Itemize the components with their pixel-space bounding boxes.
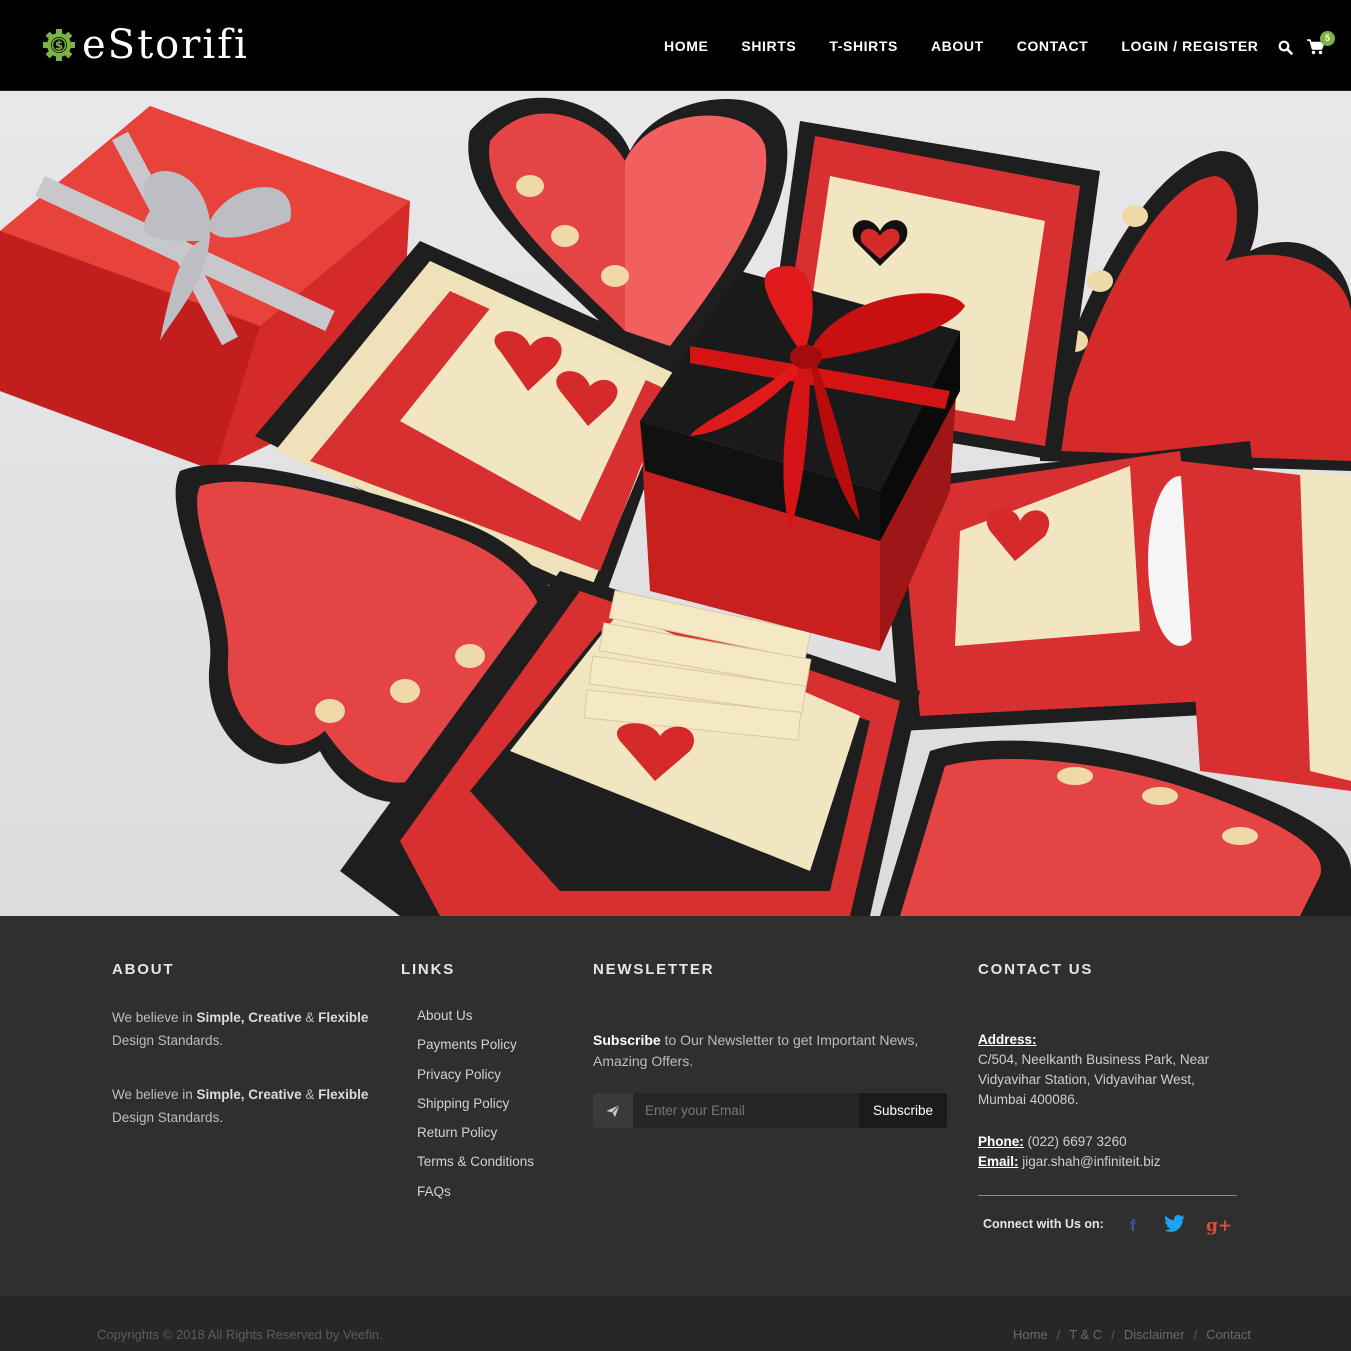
search-icon[interactable]	[1278, 40, 1293, 55]
newsletter-form: Subscribe	[593, 1093, 947, 1128]
nav-login-register[interactable]: LOGIN / REGISTER	[1121, 37, 1258, 55]
twitter-icon[interactable]	[1164, 1215, 1185, 1237]
about-text-pre: We believe in	[112, 1010, 197, 1025]
about-text-bold: Simple, Creative	[196, 1087, 302, 1102]
bottom-link-contact[interactable]: Contact	[1206, 1327, 1251, 1342]
footer-newsletter-title: NEWSLETTER	[593, 961, 715, 978]
bottom-separator: /	[1111, 1327, 1115, 1342]
phone-value[interactable]: (022) 6697 3260	[1024, 1134, 1127, 1149]
address-value: C/504, Neelkanth Business Park, Near Vid…	[978, 1052, 1210, 1107]
about-text-amp: &	[301, 1087, 319, 1102]
footer-link-payments-policy[interactable]: Payments Policy	[417, 1035, 534, 1064]
footer-contact-title: CONTACT US	[978, 961, 1094, 978]
nav-about[interactable]: ABOUT	[931, 37, 984, 55]
footer-link-shipping-policy[interactable]: Shipping Policy	[417, 1094, 534, 1123]
send-icon-box	[593, 1093, 633, 1128]
footer-links-title: LINKS	[401, 961, 455, 978]
site-header: $ eStorifi HOME SHIRTS T-SHIRTS ABOUT CO…	[0, 0, 1351, 91]
about-text-amp: &	[301, 1010, 319, 1025]
about-text-pre: We believe in	[112, 1087, 197, 1102]
about-text-post: Design Standards.	[112, 1110, 224, 1125]
bottom-link-home[interactable]: Home	[1013, 1327, 1048, 1342]
footer-about-text-2: We believe in Simple, Creative & Flexibl…	[112, 1083, 382, 1129]
nav-shirts[interactable]: SHIRTS	[741, 37, 796, 55]
bottom-separator: /	[1056, 1327, 1061, 1342]
newsletter-email-input[interactable]	[633, 1093, 859, 1128]
bottom-link-disclaimer[interactable]: Disclaimer	[1124, 1327, 1185, 1342]
phone-label: Phone:	[978, 1134, 1024, 1149]
bottom-separator: /	[1193, 1327, 1198, 1342]
email-label: Email:	[978, 1154, 1019, 1169]
bottom-bar: Copyrights © 2018 All Rights Reserved by…	[0, 1296, 1351, 1351]
contact-phone: Phone: (022) 6697 3260	[978, 1132, 1238, 1152]
facebook-icon[interactable]: f	[1130, 1216, 1136, 1236]
brand-name: eStorifi	[82, 22, 249, 68]
newsletter-description: Subscribe to Our Newsletter to get Impor…	[593, 1030, 943, 1072]
contact-address: Address: C/504, Neelkanth Business Park,…	[978, 1030, 1238, 1110]
footer-link-terms-conditions[interactable]: Terms & Conditions	[417, 1152, 534, 1181]
about-text-bold2: Flexible	[318, 1087, 369, 1102]
footer-link-return-policy[interactable]: Return Policy	[417, 1123, 534, 1152]
nav-home[interactable]: HOME	[664, 37, 708, 55]
bottom-nav: Home / T & C / Disclaimer / Contact	[1013, 1327, 1251, 1342]
footer-about-title: ABOUT	[112, 961, 175, 978]
brand-logo[interactable]: $ eStorifi	[42, 22, 249, 68]
connect-label: Connect with Us on:	[983, 1217, 1104, 1231]
bottom-link-tc[interactable]: T & C	[1069, 1327, 1102, 1342]
hero-banner	[0, 91, 1351, 916]
footer-about-text-1: We believe in Simple, Creative & Flexibl…	[112, 1006, 382, 1052]
address-label: Address:	[978, 1032, 1037, 1047]
contact-details: Address: C/504, Neelkanth Business Park,…	[978, 1030, 1238, 1172]
site-footer: ABOUT We believe in Simple, Creative & F…	[0, 916, 1351, 1296]
google-plus-icon[interactable]: g+	[1206, 1216, 1232, 1236]
newsletter-subscribe-bold: Subscribe	[593, 1032, 661, 1048]
paper-plane-icon	[606, 1104, 620, 1117]
footer-link-about-us[interactable]: About Us	[417, 1006, 534, 1035]
contact-divider	[978, 1195, 1237, 1196]
footer-link-privacy-policy[interactable]: Privacy Policy	[417, 1065, 534, 1094]
hero-gift-box-image	[0, 97, 1351, 916]
about-text-bold: Simple, Creative	[196, 1010, 302, 1025]
contact-email: Email: jigar.shah@infiniteit.biz	[978, 1152, 1238, 1172]
about-text-post: Design Standards.	[112, 1033, 224, 1048]
copyright-text: Copyrights © 2018 All Rights Reserved by…	[97, 1327, 383, 1342]
footer-links-list: About Us Payments Policy Privacy Policy …	[417, 1006, 534, 1211]
email-value[interactable]: jigar.shah@infiniteit.biz	[1019, 1154, 1160, 1169]
footer-link-faqs[interactable]: FAQs	[417, 1182, 534, 1211]
cart-count-badge: 5	[1320, 31, 1335, 46]
dollar-gear-icon: $	[43, 29, 75, 61]
about-text-bold2: Flexible	[318, 1010, 369, 1025]
nav-tshirts[interactable]: T-SHIRTS	[829, 37, 898, 55]
nav-contact[interactable]: CONTACT	[1017, 37, 1089, 55]
svg-text:$: $	[55, 39, 63, 53]
main-nav: HOME SHIRTS T-SHIRTS ABOUT CONTACT LOGIN…	[664, 37, 1289, 55]
newsletter-subscribe-button[interactable]: Subscribe	[859, 1093, 947, 1128]
